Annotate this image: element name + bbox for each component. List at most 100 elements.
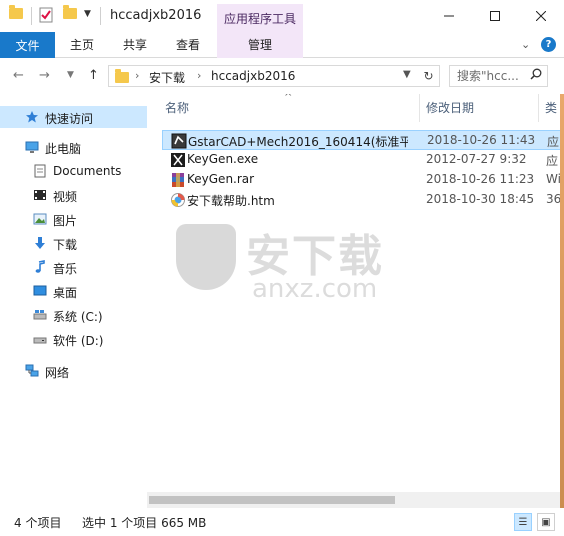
tab-home[interactable]: 主页 <box>70 32 94 58</box>
divider <box>100 7 101 25</box>
details-view-icon: ☰ <box>518 516 528 528</box>
column-divider[interactable] <box>538 94 539 122</box>
details-view-button[interactable]: ☰ <box>514 513 532 531</box>
customize-quick-access-icon[interactable]: ▼ <box>84 9 91 19</box>
item-count: 4 个项目 <box>14 516 62 530</box>
search-box[interactable] <box>449 65 548 87</box>
refresh-icon: ↻ <box>423 69 434 83</box>
divider <box>31 7 32 25</box>
expand-ribbon-icon[interactable]: ⌄ <box>521 38 530 51</box>
minimize-button[interactable] <box>426 0 472 32</box>
context-tab-header: 应用程序工具 <box>217 4 303 32</box>
file-date: 2012-07-27 9:32 <box>426 152 527 166</box>
refresh-button[interactable]: ↻ <box>418 65 440 87</box>
title-bar: ▼ hccadjxb2016 应用程序工具 <box>0 0 564 32</box>
file-name: 安下载帮助.htm <box>187 194 275 208</box>
navigation-bar: ← → ▼ ↑ › 安下载 › hccadjxb2016 ▼ ↻ <box>0 58 564 94</box>
watermark-subtext: anxz.com <box>252 274 378 304</box>
file-name: GstarCAD+Mech2016_160414(标准平... <box>188 135 408 149</box>
file-name: KeyGen.exe <box>187 152 259 166</box>
file-row[interactable]: KeyGen.exe 2012-07-27 9:32 应 <box>162 150 564 170</box>
maximize-icon <box>490 11 500 21</box>
nav-label: Documents <box>53 164 122 178</box>
horizontal-scrollbar[interactable] <box>147 492 564 508</box>
computer-icon <box>25 140 39 154</box>
chevron-right-icon[interactable]: › <box>135 69 139 82</box>
column-header-date[interactable]: 修改日期 <box>426 94 474 122</box>
help-icon[interactable]: ? <box>541 37 556 52</box>
address-bar[interactable]: › 安下载 › hccadjxb2016 ▼ <box>108 65 440 87</box>
desktop-icon <box>33 284 47 298</box>
chevron-right-icon[interactable]: › <box>197 69 201 82</box>
maximize-button[interactable] <box>472 0 518 32</box>
download-arrow-icon <box>33 236 47 250</box>
file-name: KeyGen.rar <box>187 172 255 186</box>
recent-locations-icon[interactable]: ▼ <box>67 70 74 80</box>
nav-label: 快速访问 <box>45 112 94 126</box>
chevron-down-icon[interactable]: ▼ <box>403 69 411 80</box>
scrollbar-thumb[interactable] <box>149 496 395 504</box>
status-bar: 4 个项目 选中 1 个项目 665 MB ☰ ▣ <box>0 508 564 536</box>
close-button[interactable] <box>518 0 564 32</box>
gstarcad-icon <box>171 133 187 149</box>
forward-arrow-icon[interactable]: → <box>39 68 50 83</box>
tab-file[interactable]: 文件 <box>0 32 55 58</box>
nav-label: 视频 <box>53 190 78 204</box>
nav-item-desktop[interactable]: 桌面 <box>0 280 147 302</box>
drive-icon <box>33 308 47 322</box>
breadcrumb-item[interactable]: hccadjxb2016 <box>211 69 295 83</box>
column-header-type[interactable]: 类 <box>545 94 557 122</box>
file-row[interactable]: 安下载帮助.htm 2018-10-30 18:45 36 <box>162 190 564 210</box>
exe-icon <box>170 152 186 168</box>
file-row[interactable]: KeyGen.rar 2018-10-26 11:23 Wi <box>162 170 564 190</box>
nav-item-this-pc[interactable]: 此电脑 <box>0 136 147 158</box>
up-arrow-icon[interactable]: ↑ <box>88 68 99 83</box>
search-input[interactable] <box>457 68 527 84</box>
properties-icon[interactable] <box>39 7 53 26</box>
nav-item-music[interactable]: 音乐 <box>0 256 147 278</box>
nav-item-pictures[interactable]: 图片 <box>0 208 147 230</box>
file-date: 2018-10-26 11:43 <box>427 133 536 147</box>
nav-item-drive-c[interactable]: 系统 (C:) <box>0 304 147 326</box>
shield-icon <box>176 224 236 290</box>
nav-item-documents[interactable]: Documents <box>0 160 147 182</box>
folder-icon <box>9 5 23 19</box>
sort-up-icon: ^ <box>284 94 293 103</box>
ribbon-tab-row: 文件 主页 共享 查看 管理 ⌄ ? <box>0 32 564 58</box>
drive-icon <box>33 332 47 346</box>
large-icons-view-icon: ▣ <box>541 516 551 528</box>
new-folder-icon[interactable] <box>63 5 77 19</box>
rar-icon <box>170 172 186 188</box>
breadcrumb-item[interactable]: 安下载 <box>149 69 185 86</box>
nav-item-downloads[interactable]: 下载 <box>0 232 147 254</box>
nav-item-drive-d[interactable]: 软件 (D:) <box>0 328 147 350</box>
documents-icon <box>33 164 47 178</box>
minimize-icon <box>444 15 454 17</box>
folder-icon <box>115 69 129 83</box>
tab-manage[interactable]: 管理 <box>217 32 303 58</box>
back-arrow-icon[interactable]: ← <box>13 68 24 83</box>
music-note-icon <box>33 260 47 274</box>
nav-item-quick-access[interactable]: 快速访问 <box>0 106 147 128</box>
nav-label: 此电脑 <box>45 142 82 156</box>
nav-label: 下载 <box>53 238 78 252</box>
file-row[interactable]: GstarCAD+Mech2016_160414(标准平... 2018-10-… <box>162 130 564 150</box>
column-divider[interactable] <box>419 94 420 122</box>
star-icon <box>25 110 39 124</box>
file-date: 2018-10-30 18:45 <box>426 192 535 206</box>
background-strip <box>560 94 564 536</box>
network-icon <box>25 364 39 378</box>
tab-share[interactable]: 共享 <box>123 32 147 58</box>
selection-info: 选中 1 个项目 665 MB <box>82 516 207 530</box>
nav-label: 系统 (C:) <box>53 310 103 324</box>
large-icons-view-button[interactable]: ▣ <box>537 513 555 531</box>
search-icon[interactable] <box>530 68 542 83</box>
file-type: 应 <box>546 154 559 168</box>
file-type: 应 <box>547 135 560 149</box>
pictures-icon <box>33 212 47 226</box>
file-list: ^ 名称 修改日期 类 安下载 anxz.com GstarCAD+Mech20… <box>147 94 564 508</box>
nav-item-videos[interactable]: 视频 <box>0 184 147 206</box>
tab-view[interactable]: 查看 <box>176 32 200 58</box>
nav-item-network[interactable]: 网络 <box>0 360 147 382</box>
column-header-name[interactable]: 名称 <box>165 94 189 122</box>
